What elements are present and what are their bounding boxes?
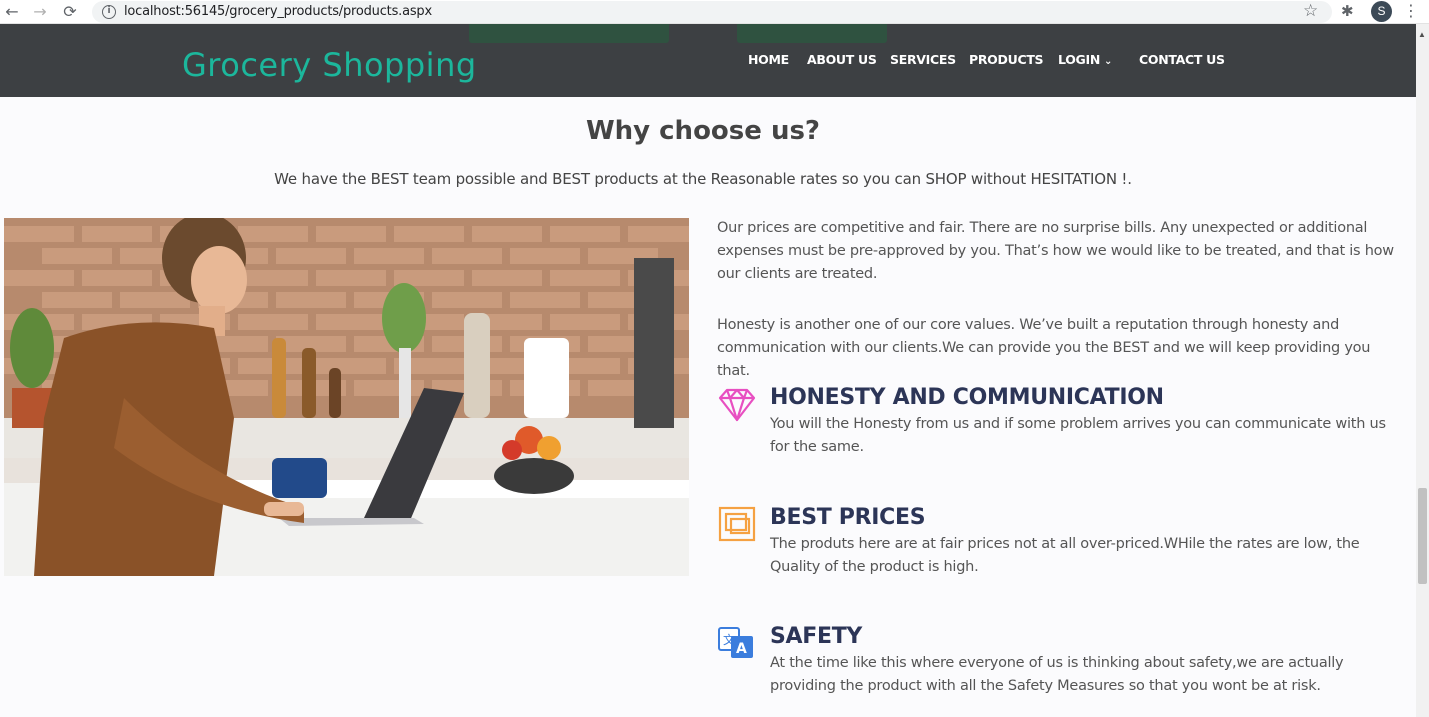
profile-avatar[interactable]: S (1371, 1, 1392, 22)
bookmark-star-icon[interactable]: ☆ (1303, 1, 1318, 21)
site-header: Grocery Shopping HOME ABOUT US SERVICES … (0, 24, 1416, 97)
chevron-down-icon: ⌄ (1104, 56, 1113, 67)
address-bar[interactable]: i localhost:56145/grocery_products/produ… (92, 1, 1332, 23)
translate-icon: 文 A (718, 627, 753, 658)
feature-description: The produts here are at fair prices not … (770, 536, 1360, 575)
intro-paragraph-2: Honesty is another one of our core value… (717, 317, 1371, 379)
reload-icon[interactable]: ⟳ (60, 2, 80, 22)
nav-about-us[interactable]: ABOUT US (807, 52, 877, 67)
feature-description: At the time like this where everyone of … (770, 655, 1344, 694)
forward-icon[interactable]: → (30, 2, 50, 22)
intro-paragraph-1: Our prices are competitive and fair. The… (717, 220, 1394, 282)
main-nav: HOME ABOUT US SERVICES PRODUCTS LOGIN ⌄ C… (0, 52, 1416, 72)
nav-login[interactable]: LOGIN ⌄ (1058, 52, 1112, 67)
diamond-icon (718, 388, 756, 422)
extensions-icon[interactable]: ✱ (1341, 2, 1354, 20)
nav-products[interactable]: PRODUCTS (969, 52, 1044, 67)
feature-title: HONESTY AND COMMUNICATION (770, 385, 1164, 410)
feature-title: SAFETY (770, 624, 863, 649)
nav-login-label: LOGIN (1058, 52, 1101, 67)
nav-services[interactable]: SERVICES (890, 52, 956, 67)
feature-title: BEST PRICES (770, 505, 926, 530)
header-button-partial[interactable] (469, 24, 669, 43)
feature-honesty: HONESTY AND COMMUNICATION You will the H… (717, 385, 1407, 475)
scroll-thumb[interactable] (1418, 488, 1427, 584)
back-icon[interactable]: ← (2, 2, 22, 22)
scroll-up-arrow-icon[interactable]: ▲ (1418, 30, 1426, 39)
browser-menu-icon[interactable]: ⋮ (1403, 1, 1419, 20)
frames-icon (718, 506, 756, 542)
nav-contact-us[interactable]: CONTACT US (1139, 52, 1225, 67)
feature-best-prices: BEST PRICES The produts here are at fair… (717, 505, 1407, 595)
feature-safety: 文 A SAFETY At the time like this where e… (717, 624, 1407, 714)
woman-laptop-photo (4, 218, 689, 576)
hero-image (4, 218, 689, 576)
feature-description: You will the Honesty from us and if some… (770, 416, 1386, 455)
header-button-partial[interactable] (737, 24, 887, 43)
browser-toolbar: ← → ⟳ i localhost:56145/grocery_products… (0, 0, 1429, 24)
page-scrollbar[interactable]: ▲ (1416, 24, 1429, 717)
section-subtitle: We have the BEST team possible and BEST … (274, 170, 1132, 188)
info-icon[interactable]: i (102, 5, 116, 19)
url-text[interactable]: localhost:56145/grocery_products/product… (124, 4, 432, 19)
svg-text:文: 文 (723, 632, 735, 647)
section-title: Why choose us? (585, 116, 821, 146)
nav-home[interactable]: HOME (748, 52, 789, 67)
svg-text:A: A (736, 641, 747, 657)
